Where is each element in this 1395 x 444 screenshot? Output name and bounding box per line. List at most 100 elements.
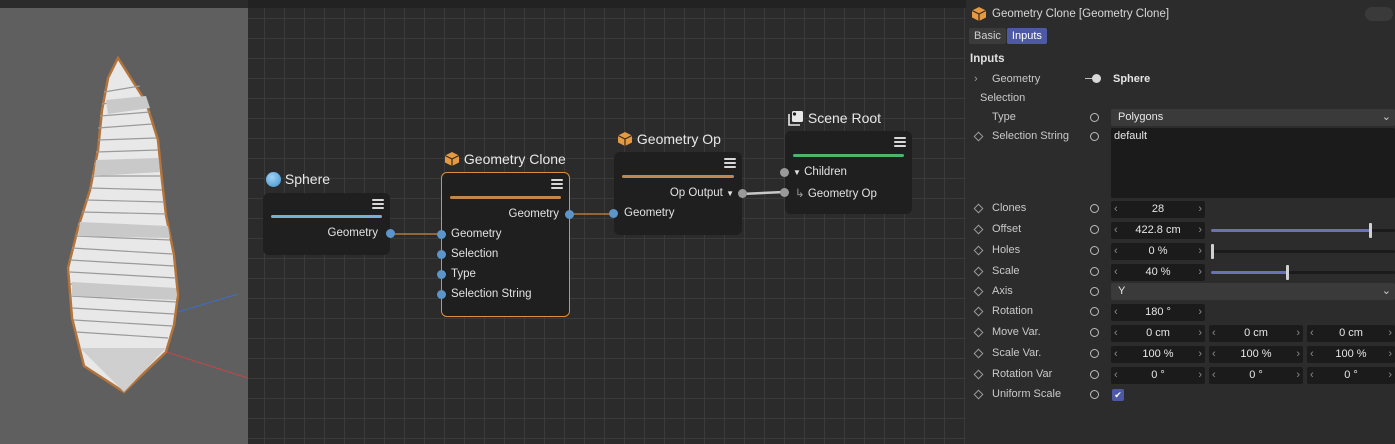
clone-input-selection-string-port[interactable] — [437, 290, 446, 299]
offset-slider[interactable] — [1211, 223, 1395, 238]
op-output-port[interactable] — [738, 189, 747, 198]
panel-options-button[interactable] — [1365, 7, 1393, 21]
geometry-op-node-menu-icon[interactable] — [724, 158, 736, 169]
rotation-stepper[interactable]: ‹ 180 ° › — [1111, 304, 1205, 321]
geometry-op-node-color-bar — [622, 175, 734, 178]
geometry-clone-node-menu-icon[interactable] — [551, 179, 563, 190]
panel-tabs: Basic Inputs — [969, 28, 1048, 44]
clone-input-selection-port[interactable] — [437, 250, 446, 259]
keyframe-diamond-icon[interactable] — [973, 369, 984, 380]
param-uniform-scale: Uniform Scale ✔ — [966, 386, 1395, 404]
op-input-geometry-port[interactable] — [609, 209, 618, 218]
sphere-node-title: Sphere — [284, 171, 331, 187]
link-port-icon[interactable] — [1085, 73, 1101, 85]
clone-input-type: Type — [451, 268, 476, 280]
3d-viewport[interactable] — [0, 0, 248, 444]
keyframe-diamond-icon[interactable] — [973, 224, 984, 235]
param-rotation: Rotation ‹ 180 ° › — [966, 303, 1395, 321]
param-axis-keyframe-icon[interactable] — [1090, 287, 1099, 296]
scene-root-node[interactable]: ▼ Children ↳ Geometry Op — [780, 131, 912, 214]
sphere-output-geometry: Geometry — [327, 227, 379, 239]
param-rotation-keyframe-icon[interactable] — [1090, 307, 1099, 316]
axis-dropdown[interactable]: Y ⌄ — [1111, 283, 1395, 300]
param-scale-var-keyframe-icon[interactable] — [1090, 349, 1099, 358]
keyframe-diamond-icon[interactable] — [973, 389, 984, 400]
chevron-right-icon[interactable]: › — [974, 73, 978, 85]
clone-input-type-port[interactable] — [437, 270, 446, 279]
twisted-geometry-preview — [66, 55, 248, 394]
clone-input-selection: Selection — [451, 248, 499, 260]
sphere-output-port[interactable] — [386, 229, 395, 238]
uniform-scale-checkbox[interactable]: ✔ — [1112, 389, 1124, 401]
holes-slider[interactable] — [1211, 244, 1395, 259]
offset-stepper[interactable]: ‹ 422.8 cm › — [1111, 222, 1205, 239]
rotation-var-b-stepper[interactable]: ‹ 0 ° › — [1307, 367, 1395, 384]
rotation-var-h-stepper[interactable]: ‹ 0 ° › — [1111, 367, 1205, 384]
keyframe-diamond-icon[interactable] — [973, 245, 984, 256]
scale-stepper[interactable]: ‹ 40 % › — [1111, 264, 1205, 281]
keyframe-diamond-icon[interactable] — [973, 266, 984, 277]
scale-var-z-stepper[interactable]: ‹ 100 % › — [1307, 346, 1395, 363]
scene-root-children-port[interactable] — [780, 168, 789, 177]
move-var-z-stepper[interactable]: ‹ 0 cm › — [1307, 325, 1395, 342]
clones-stepper[interactable]: ‹ 28 › — [1111, 201, 1205, 218]
scale-var-y-stepper[interactable]: ‹ 100 % › — [1209, 346, 1303, 363]
geometry-cube-icon — [617, 132, 633, 146]
param-rotation-label: Rotation — [992, 305, 1033, 317]
param-move-var-keyframe-icon[interactable] — [1090, 328, 1099, 337]
param-rotation-var-keyframe-icon[interactable] — [1090, 370, 1099, 379]
sphere-node-color-bar — [271, 215, 382, 218]
param-scale: Scale ‹ 40 % › — [966, 263, 1395, 281]
param-scale-var: Scale Var. ‹ 100 % › ‹ 100 % › ‹ 100 % › — [966, 345, 1395, 363]
param-geometry-value[interactable]: Sphere — [1113, 73, 1150, 85]
scene-root-node-header[interactable]: Scene Root — [788, 110, 881, 126]
scene-root-node-menu-icon[interactable] — [894, 137, 906, 148]
param-scale-label: Scale — [992, 265, 1020, 277]
keyframe-diamond-icon[interactable] — [973, 203, 984, 214]
param-clones: Clones ‹ 28 › — [966, 200, 1395, 218]
selection-string-textarea[interactable]: default — [1111, 128, 1395, 198]
param-offset-keyframe-icon[interactable] — [1090, 225, 1099, 234]
param-clones-keyframe-icon[interactable] — [1090, 204, 1099, 213]
keyframe-diamond-icon[interactable] — [973, 327, 984, 338]
geometry-clone-node-header[interactable]: Geometry Clone — [444, 151, 566, 167]
geometry-op-node[interactable]: Op Output ▼ Geometry — [609, 152, 747, 235]
keyframe-diamond-icon[interactable] — [973, 131, 984, 142]
param-axis-label: Axis — [992, 285, 1013, 297]
keyframe-diamond-icon[interactable] — [973, 348, 984, 359]
geometry-clone-node[interactable]: Geometry Geometry Selection Type Selecti… — [437, 172, 574, 317]
param-geometry-label: Geometry — [992, 73, 1041, 85]
move-var-x-stepper[interactable]: ‹ 0 cm › — [1111, 325, 1205, 342]
clone-input-geometry-port[interactable] — [437, 230, 446, 239]
clone-input-selection-string: Selection String — [451, 288, 532, 300]
keyframe-diamond-icon[interactable] — [973, 286, 984, 297]
move-var-y-stepper[interactable]: ‹ 0 cm › — [1209, 325, 1303, 342]
rotation-var-p-stepper[interactable]: ‹ 0 ° › — [1209, 367, 1303, 384]
node-editor[interactable]: Sphere Geometry Geometry Clone Geometry … — [248, 0, 966, 444]
scale-slider[interactable] — [1211, 265, 1395, 280]
param-holes-label: Holes — [992, 244, 1021, 256]
param-type-keyframe-icon[interactable] — [1090, 113, 1099, 122]
scene-root-child-geometry-op: ↳ Geometry Op — [795, 188, 877, 200]
geometry-op-node-header[interactable]: Geometry Op — [617, 131, 721, 147]
sphere-node[interactable]: Geometry — [263, 193, 395, 255]
param-holes: Holes ‹ 0 % › — [966, 242, 1395, 260]
param-scale-keyframe-icon[interactable] — [1090, 267, 1099, 276]
op-output: Op Output ▼ — [669, 187, 734, 199]
tab-inputs[interactable]: Inputs — [1006, 28, 1047, 44]
param-offset-label: Offset — [992, 223, 1022, 235]
param-uniform-scale-keyframe-icon[interactable] — [1090, 390, 1099, 399]
chevron-down-icon: ⌄ — [1381, 285, 1391, 297]
type-dropdown[interactable]: Polygons ⌄ — [1111, 109, 1395, 126]
wire-op-to-root — [740, 190, 785, 196]
sphere-node-header[interactable]: Sphere — [266, 171, 330, 187]
tab-basic[interactable]: Basic — [969, 28, 1006, 44]
scene-root-child-port[interactable] — [780, 188, 789, 197]
sphere-node-menu-icon[interactable] — [372, 199, 384, 210]
param-holes-keyframe-icon[interactable] — [1090, 246, 1099, 255]
param-selection-string-keyframe-icon[interactable] — [1090, 132, 1099, 141]
holes-stepper[interactable]: ‹ 0 % › — [1111, 243, 1205, 260]
scale-var-x-stepper[interactable]: ‹ 100 % › — [1111, 346, 1205, 363]
clone-output-port[interactable] — [565, 210, 574, 219]
keyframe-diamond-icon[interactable] — [973, 306, 984, 317]
